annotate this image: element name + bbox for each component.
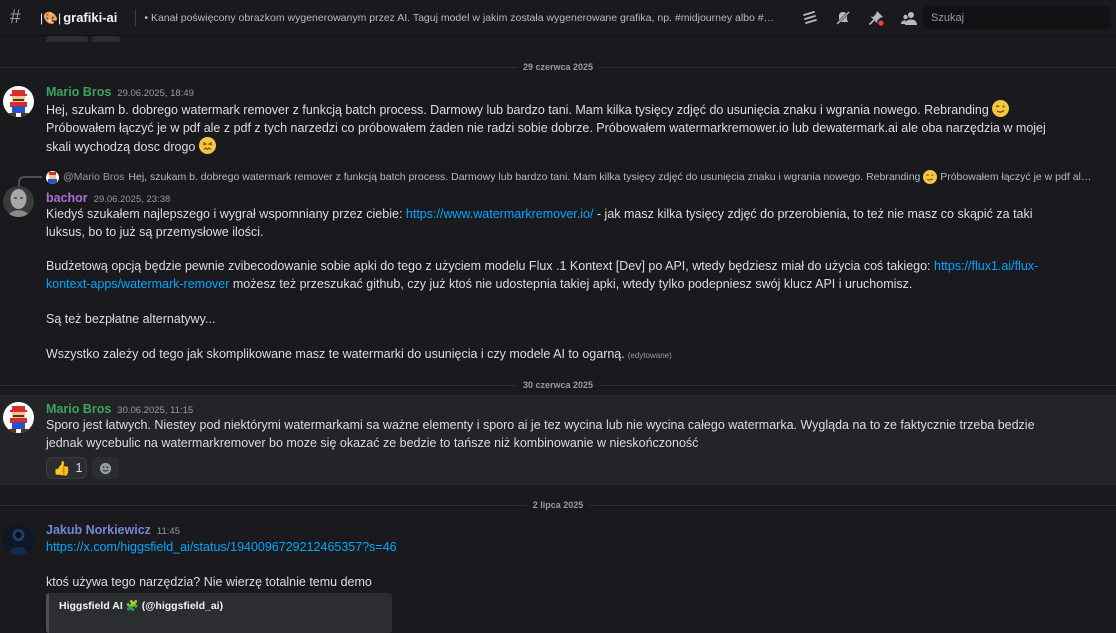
message-content: Kiedyś szukałem najlepszego i wygrał wsp… bbox=[46, 206, 1066, 364]
message-content: Hej, szukam b. dobrego watermark remover… bbox=[46, 100, 1066, 157]
reply-preview[interactable]: @Mario Bros Hej, szukam b. dobrego water… bbox=[46, 170, 1096, 184]
avatar-mario-bros[interactable] bbox=[3, 402, 34, 433]
edited-label: (edytowane) bbox=[627, 350, 672, 360]
author-name[interactable]: Mario Bros bbox=[46, 402, 111, 416]
reaction-chip[interactable] bbox=[46, 36, 88, 42]
date-divider-label: 29 czerwca 2025 bbox=[522, 62, 594, 72]
add-reaction-button[interactable] bbox=[92, 457, 119, 479]
channel-hash-icon: # bbox=[10, 7, 21, 28]
message-jakub: Jakub Norkiewicz 11:45 https://x.com/higg… bbox=[0, 515, 1116, 633]
reaction-chip[interactable] bbox=[92, 36, 120, 42]
divider-line bbox=[589, 504, 1116, 506]
embed-author[interactable]: Higgsfield AI 🧩 (@higgsfield_ai) bbox=[59, 599, 382, 612]
previous-message-reactions bbox=[46, 36, 124, 42]
reply-text: Próbowałem łączyć je w pdf al… bbox=[940, 171, 1092, 183]
message-text: Kiedyś szukałem najlepszego i wygrał wsp… bbox=[46, 207, 406, 221]
divider-line bbox=[599, 384, 1116, 386]
search-box[interactable] bbox=[923, 6, 1111, 29]
divider-line bbox=[0, 504, 527, 506]
message-text: Hej, szukam b. dobrego watermark remover… bbox=[46, 103, 989, 117]
confounded-emoji-icon bbox=[198, 137, 216, 154]
message-author[interactable]: bachor 29.06.2025, 23:38 bbox=[46, 191, 170, 205]
message-content: https://x.com/higgsfield_ai/status/19400… bbox=[46, 539, 1066, 591]
search-input[interactable] bbox=[931, 11, 1081, 24]
channel-name[interactable]: grafiki-ai bbox=[63, 10, 117, 25]
avatar-jakub-norkiewicz[interactable] bbox=[3, 524, 34, 555]
member-list-icon[interactable] bbox=[900, 9, 918, 27]
reply-text: Hej, szukam b. dobrego watermark remover… bbox=[128, 171, 921, 183]
message-text: Próbowałem łączyć je w pdf ale z pdf z t… bbox=[46, 120, 1046, 155]
avatar-bachor[interactable] bbox=[3, 186, 34, 217]
message-content: Sporo jest łatwych. Niestey pod niektóry… bbox=[46, 417, 1066, 452]
message-mario-2: Mario Bros 30.06.2025, 11:15 Sporo jest ł… bbox=[0, 395, 1116, 485]
message-timestamp: 11:45 bbox=[156, 526, 180, 537]
wink-emoji-icon bbox=[992, 100, 1010, 117]
avatar-mario-bros[interactable] bbox=[3, 86, 34, 117]
divider-line bbox=[0, 384, 517, 386]
message-text: Są też bezpłatne alternatywy... bbox=[46, 312, 216, 326]
reply-avatar bbox=[46, 170, 59, 184]
message-author[interactable]: Mario Bros 30.06.2025, 11:15 bbox=[46, 402, 193, 416]
pinned-messages-icon[interactable] bbox=[867, 9, 885, 27]
message-text: Budżetową opcją będzie pewnie zvibecodow… bbox=[46, 259, 934, 273]
header-divider bbox=[135, 9, 137, 26]
link-embed[interactable]: Higgsfield AI 🧩 (@higgsfield_ai) bbox=[46, 593, 392, 633]
channel-header: # |🎨| grafiki-ai • Kanał poświęcony obra… bbox=[0, 0, 1116, 36]
message-author[interactable]: Mario Bros 29.06.2025, 18:49 bbox=[46, 85, 194, 99]
message-link[interactable]: https://x.com/higgsfield_ai/status/19400… bbox=[46, 540, 397, 554]
reply-mention[interactable]: @Mario Bros bbox=[63, 171, 124, 183]
message-text: Wszystko zależy od tego jak skomplikowan… bbox=[46, 346, 625, 361]
divider-line bbox=[599, 66, 1116, 68]
channel-prefix: |🎨| bbox=[40, 10, 62, 25]
channel-topic[interactable]: • Kanał poświęcony obrazkom wygenerowany… bbox=[144, 12, 786, 24]
date-divider: 29 czerwca 2025 bbox=[0, 62, 1116, 72]
reply-connector bbox=[18, 176, 42, 186]
author-name[interactable]: Jakub Norkiewicz bbox=[46, 523, 151, 537]
mute-notifications-icon[interactable] bbox=[834, 9, 852, 27]
add-emoji-icon bbox=[99, 462, 112, 474]
message-timestamp: 29.06.2025, 18:49 bbox=[117, 88, 194, 99]
date-divider-label: 2 lipca 2025 bbox=[532, 500, 584, 510]
date-divider-label: 30 czerwca 2025 bbox=[522, 380, 594, 390]
divider-line bbox=[0, 66, 517, 68]
reaction-count: 1 bbox=[75, 461, 83, 475]
message-text: możesz też przeszukać github, czy już kt… bbox=[229, 276, 913, 291]
message-mario-1: Mario Bros 29.06.2025, 18:49 Hej, szukam … bbox=[0, 78, 1116, 158]
threads-icon[interactable] bbox=[801, 9, 819, 27]
reaction-thumbs-up[interactable]: 👍 1 bbox=[46, 457, 87, 479]
message-timestamp: 29.06.2025, 23:38 bbox=[93, 194, 171, 205]
thumbs-up-icon: 👍 bbox=[53, 460, 71, 476]
date-divider: 30 czerwca 2025 bbox=[0, 380, 1116, 390]
message-text: Sporo jest łatwych. Niestey pod niektóry… bbox=[46, 418, 1035, 450]
author-name[interactable]: Mario Bros bbox=[46, 85, 111, 99]
message-bachor-reply: @Mario Bros Hej, szukam b. dobrego water… bbox=[0, 166, 1116, 366]
message-author[interactable]: Jakub Norkiewicz 11:45 bbox=[46, 523, 180, 537]
message-timestamp: 30.06.2025, 11:15 bbox=[117, 405, 194, 416]
message-text: ktoś używa tego narzędzia? Nie wierzę to… bbox=[46, 574, 372, 589]
wink-emoji-icon bbox=[923, 170, 938, 184]
author-name[interactable]: bachor bbox=[46, 191, 88, 205]
message-link[interactable]: https://www.watermarkremover.io/ bbox=[406, 207, 594, 221]
date-divider: 2 lipca 2025 bbox=[0, 500, 1116, 510]
